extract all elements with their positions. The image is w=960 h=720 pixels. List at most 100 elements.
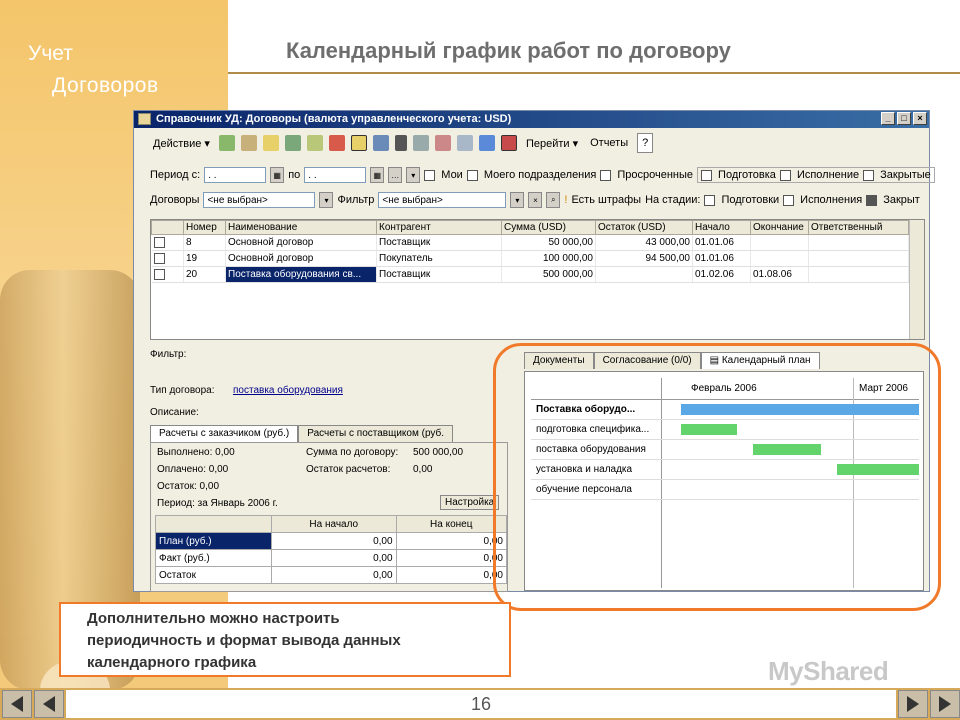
tab-customer[interactable]: Расчеты с заказчиком (руб.) (150, 425, 299, 442)
exec-checkbox[interactable] (779, 169, 791, 181)
prev-slide-button[interactable] (34, 690, 64, 718)
stage-prep-label: Подготовки (721, 194, 780, 206)
table-row[interactable]: Остаток 0,00 0,00 (155, 566, 508, 584)
overdue-checkbox[interactable] (600, 169, 612, 181)
cell: 20 (183, 266, 226, 283)
stage-label: На стадии: (645, 194, 701, 206)
search-icon[interactable]: ⌕ (546, 192, 561, 208)
prep-checkbox[interactable] (701, 169, 713, 181)
col-counterparty[interactable]: Контрагент (376, 220, 502, 235)
refresh-icon[interactable] (372, 135, 389, 151)
sort-icon[interactable] (456, 135, 473, 151)
contracts-select[interactable]: <не выбран> (203, 192, 316, 208)
cell (808, 266, 909, 283)
contracts-grid[interactable]: Номер Наименование Контрагент Сумма (USD… (150, 219, 925, 340)
col-end[interactable]: Окончание (750, 220, 809, 235)
next-slide-button[interactable] (898, 690, 928, 718)
table-row[interactable]: План (руб.) 0,00 0,00 (155, 532, 508, 550)
title-underline (228, 72, 960, 74)
grid-scrollbar[interactable] (909, 220, 924, 339)
hierarchy-icon[interactable] (350, 135, 367, 151)
folder-icon[interactable] (262, 135, 279, 151)
stage-closed-checkbox[interactable] (866, 194, 878, 206)
row-checkbox[interactable] (153, 252, 165, 264)
cell: 50 000,00 (501, 234, 596, 251)
dropdown-icon[interactable]: ▾ (510, 192, 525, 208)
mine-checkbox[interactable] (424, 169, 436, 181)
calendar-icon[interactable]: ▦ (370, 167, 385, 183)
page-title: Календарный график работ по договору (286, 38, 731, 63)
plan-fact-table: На начало На конец План (руб.) 0,00 0,00 Фа… (155, 515, 508, 584)
settings-button[interactable]: Настройка (440, 495, 500, 510)
row-checkbox[interactable] (153, 236, 165, 248)
table-row[interactable]: Факт (руб.) 0,00 0,00 (155, 549, 508, 567)
highlight-callout (493, 343, 941, 611)
filter-row-1: Период с: . . ▦ по . . ▦ … ▾ Мои Моего по… (150, 167, 935, 183)
stage-exec-checkbox[interactable] (783, 194, 795, 206)
period-value: Период: за Январь 2006 г. (157, 498, 278, 509)
tab-supplier[interactable]: Расчеты с поставщиком (руб. (298, 425, 454, 442)
search-icon[interactable] (394, 135, 407, 151)
minimize-button[interactable]: _ (881, 112, 895, 125)
col-rest[interactable]: Остаток (USD) (595, 220, 693, 235)
done-value: Выполнено: 0,00 (157, 447, 235, 458)
reports-button[interactable]: Отчеты (587, 133, 631, 153)
last-slide-button[interactable] (930, 690, 960, 718)
sum-label: Сумма по договору: (306, 447, 399, 458)
period-to-input[interactable]: . . (304, 167, 367, 183)
col-responsible[interactable]: Ответственный (808, 220, 909, 235)
table-row[interactable]: 8 Основной договор Поставщик 50 000,00 43 00… (151, 234, 909, 251)
period-from-input[interactable]: . . (204, 167, 267, 183)
list-icon[interactable] (500, 135, 517, 151)
brand-line1: Учет (28, 42, 73, 65)
clear-icon[interactable]: × (528, 192, 543, 208)
table-row[interactable]: 19 Основной договор Покупатель 100 000,00 94… (151, 250, 909, 267)
cell: 8 (183, 234, 226, 251)
calendar-icon[interactable]: ▦ (270, 167, 285, 183)
filter-icon[interactable] (412, 135, 429, 151)
add-icon[interactable] (218, 135, 235, 151)
first-slide-button[interactable] (2, 690, 32, 718)
exec-label: Исполнение (796, 169, 860, 181)
toolbar: Действие ▾ Перейти ▾ Отчеты ? (150, 131, 654, 155)
action-menu[interactable]: Действие ▾ (150, 133, 213, 153)
window-icon (138, 113, 151, 125)
cell: 01.01.06 (692, 250, 751, 267)
stage-exec-label: Исполнения (800, 194, 863, 206)
stage-closed-label: Закрыт (883, 194, 920, 206)
maximize-button[interactable]: □ (897, 112, 911, 125)
stage-prep-checkbox[interactable] (704, 194, 716, 206)
row-checkbox[interactable] (153, 268, 165, 280)
col-name[interactable]: Наименование (225, 220, 377, 235)
paid-value: Оплачено: 0,00 (157, 464, 229, 475)
cell: 01.02.06 (692, 266, 751, 283)
cell: Поставщик (376, 234, 502, 251)
col-number[interactable]: Номер (183, 220, 226, 235)
table-row[interactable]: 20 Поставка оборудования св... Поставщик 50… (151, 266, 909, 283)
cell: 01.01.06 (692, 234, 751, 251)
my-dept-checkbox[interactable] (466, 169, 478, 181)
col-sum[interactable]: Сумма (USD) (501, 220, 596, 235)
col-start[interactable]: Начало (692, 220, 751, 235)
filter-clear-icon[interactable] (434, 135, 451, 151)
help-button[interactable]: ? (637, 133, 654, 153)
export-icon[interactable] (478, 135, 495, 151)
copy-icon[interactable] (240, 135, 257, 151)
overdue-label: Просроченные (617, 169, 694, 181)
period-to-label: по (288, 169, 301, 181)
details-panel: Фильтр: Тип договора: поставка оборудова… (150, 343, 508, 592)
filter-select[interactable]: <не выбран> (378, 192, 507, 208)
dropdown-icon[interactable]: ▾ (319, 192, 334, 208)
mine-label: Мои (441, 169, 463, 181)
mark-icon[interactable] (306, 135, 323, 151)
dropdown-icon[interactable]: ▾ (406, 167, 421, 183)
period-select-button[interactable]: … (388, 167, 403, 183)
closed-checkbox[interactable] (863, 169, 875, 181)
edit-icon[interactable] (284, 135, 301, 151)
filter-label: Фильтр (337, 194, 375, 206)
close-button[interactable]: × (913, 112, 927, 125)
cell: Основной договор (225, 234, 377, 251)
delete-icon[interactable] (328, 135, 345, 151)
goto-menu[interactable]: Перейти ▾ (523, 133, 581, 153)
type-link[interactable]: поставка оборудования (233, 385, 343, 396)
